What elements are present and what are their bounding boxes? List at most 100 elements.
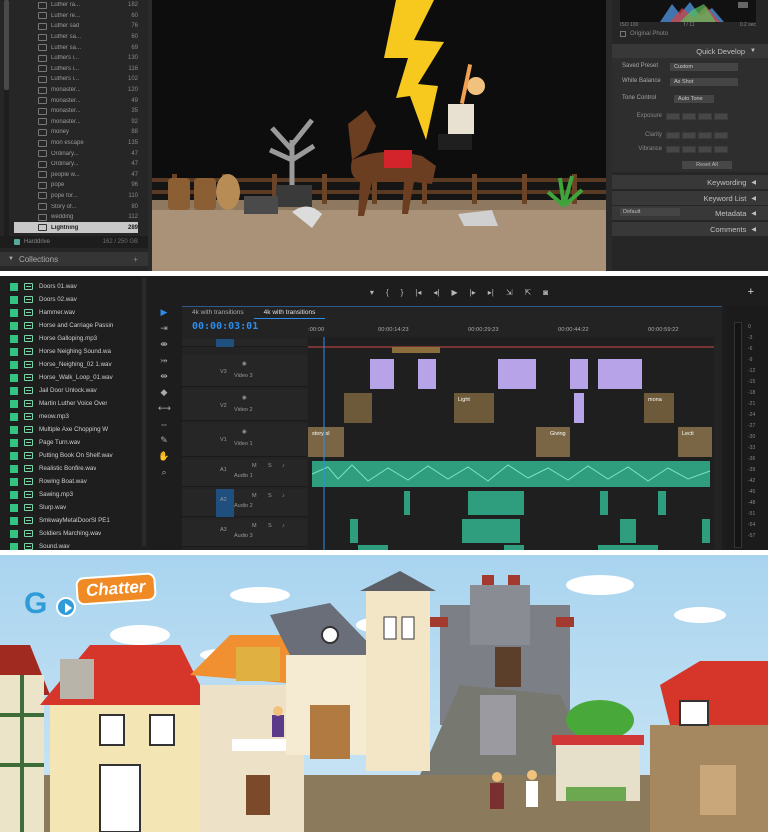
audio-file-item[interactable]: Jail Door Unlock.wav [0,384,140,397]
hand-icon[interactable]: ✋ [158,450,170,462]
white-balance-select[interactable]: As Shot [670,78,738,86]
go-to-in-icon[interactable]: |◂ [415,288,421,297]
saved-preset-select[interactable]: Custom [670,63,738,71]
clip-thumb[interactable] [392,347,440,353]
video-clip[interactable] [570,359,588,389]
video-clip[interactable] [418,359,436,389]
collection-item[interactable]: Luther re... 60 [14,11,138,22]
v1-source-patch[interactable] [216,339,234,347]
solo-icon[interactable]: S [268,493,272,499]
audio-file-item[interactable]: Doors 02.wav [0,293,140,306]
collection-item[interactable]: wedding 112 [14,212,138,223]
audio-clip[interactable] [620,519,636,543]
collection-item[interactable]: Luther sa... 69 [14,42,138,53]
tab-sequence-2[interactable]: 4k with transitions [253,307,326,319]
audio-file-item[interactable]: Horse_Walk_Loop_01.wav [0,371,140,384]
slip-icon[interactable]: ⟷ [158,402,171,414]
audio-file-item[interactable]: Soldiers Marching.wav [0,527,140,540]
audio-clip[interactable] [600,491,608,515]
eye-icon[interactable]: ◉ [242,395,247,401]
step-back-icon[interactable]: ◂| [433,288,439,297]
audio-file-item[interactable]: Horse Galloping.mp3 [0,332,140,345]
add-button-icon[interactable]: + [748,286,754,298]
audio-file-item[interactable]: Horse_Neighing_02 1.wav [0,358,140,371]
audio-clip[interactable] [468,491,524,515]
video-clip[interactable] [598,359,642,389]
track-header-a2[interactable]: A2 Audio 2 M S ♪ [182,489,307,517]
audio-clip[interactable] [350,519,358,543]
collection-item[interactable]: monaster... 35 [14,106,138,117]
mute-icon[interactable]: M [252,523,257,529]
reset-all-button[interactable]: Reset All [682,161,732,169]
audio-file-item[interactable]: Sawing.mp3 [0,488,140,501]
collection-item[interactable]: Luthers i... 102 [14,74,138,85]
video-clip[interactable] [574,393,584,423]
auto-tone-button[interactable]: Auto Tone [674,95,714,103]
mute-icon[interactable]: M [252,463,257,469]
step-forward-icon[interactable]: |▸ [470,288,476,297]
track-header-v1[interactable]: V1 Video 1 ◉ [182,423,307,457]
audio-clip[interactable] [462,519,520,543]
razor-icon[interactable]: ◆ [158,386,170,398]
collection-item[interactable]: Luthers i... 116 [14,64,138,75]
collection-item[interactable]: Story of... 80 [14,201,138,212]
track-header-v3[interactable]: V3 Video 3 ◉ [182,355,307,387]
audio-clip[interactable] [658,491,666,515]
exposure-buttons[interactable] [666,113,728,120]
collection-item[interactable]: mon escape 135 [14,138,138,149]
timecode-display[interactable]: 00:00:03:01 [192,321,258,332]
audio-file-item[interactable]: Page Turn.wav [0,436,140,449]
audio-file-item[interactable]: Horse and Carriage Passin [0,319,140,332]
play-icon[interactable]: ▶ [451,288,457,297]
collection-item[interactable]: Luther ra... 182 [14,0,138,11]
eye-icon[interactable]: ◉ [242,361,247,367]
original-photo-row[interactable]: Original Photo [620,31,668,37]
audio-file-item[interactable]: meow.mp3 [0,410,140,423]
collection-item[interactable]: monaster... 92 [14,117,138,128]
collection-item[interactable]: Ordinary... 47 [14,148,138,159]
rate-stretch-icon[interactable]: ⇹ [158,370,170,382]
audio-file-item[interactable]: Hammer.wav [0,306,140,319]
audio-file-item[interactable]: Multiple Axe Chopping W [0,423,140,436]
track-header-a3[interactable]: A3 Audio 3 M S ♪ [182,519,307,547]
keyword-list-header[interactable]: Keyword List ◀ [612,191,768,205]
audio-clip[interactable] [404,491,410,515]
collection-item[interactable]: monaster... 120 [14,85,138,96]
collections-header[interactable]: ▼ Collections + [0,252,148,266]
collection-item[interactable]: Luther sa... 60 [14,32,138,43]
selection-tool-icon[interactable]: ▶ [158,306,170,318]
collection-item[interactable]: money 88 [14,127,138,138]
original-photo-checkbox[interactable] [620,31,626,37]
overwrite-icon[interactable]: ⇱ [525,288,532,297]
track-header-v2[interactable]: V2 Video 2 ◉ [182,389,307,421]
audio-file-item[interactable]: Sound.wav [0,540,140,550]
track-header-a1[interactable]: A1 Audio 1 M S ♪ [182,459,307,487]
a2-source-patch[interactable] [216,489,234,517]
collection-item[interactable]: monaster... 49 [14,95,138,106]
audio-file-item[interactable]: Rowing Boat.wav [0,475,140,488]
insert-icon[interactable]: ⇲ [506,288,513,297]
project-scrollbar[interactable] [142,278,146,546]
mic-icon[interactable]: ♪ [282,463,285,469]
track-select-icon[interactable]: ⇥ [158,322,170,334]
solo-icon[interactable]: S [268,523,272,529]
collection-item[interactable]: Luther sad 76 [14,21,138,32]
audio-file-item[interactable]: Martin Luther Voice Over [0,397,140,410]
add-collection-icon[interactable]: + [133,255,138,264]
audio-file-item[interactable]: Putting Book On Shelf.wav [0,449,140,462]
time-ruler[interactable]: :00:00 00:00:14:23 00:00:29:23 00:00:44:… [308,327,722,337]
timeline-tracks[interactable]: Light mona story sl Giving Lecti [308,337,714,550]
rolling-edit-icon[interactable]: ⤖ [158,354,170,366]
camera-icon[interactable]: ◙ [543,288,548,297]
in-point-icon[interactable]: { [386,288,389,297]
audio-file-item[interactable]: Slurp.wav [0,501,140,514]
collection-item[interactable]: people w... 47 [14,170,138,181]
zoom-icon[interactable]: ⌕ [158,466,170,478]
audio-file-item[interactable]: Doors 01.wav [0,280,140,293]
metadata-preset-select[interactable]: Default [620,208,680,216]
pen-icon[interactable]: ✎ [158,434,170,446]
slide-icon[interactable]: ⇔ [158,418,170,430]
quick-develop-header[interactable]: Quick Develop ▼ [612,44,768,58]
video-clip[interactable] [344,393,372,423]
drive-row[interactable]: Harddrive 162 / 250 GB [0,236,148,248]
